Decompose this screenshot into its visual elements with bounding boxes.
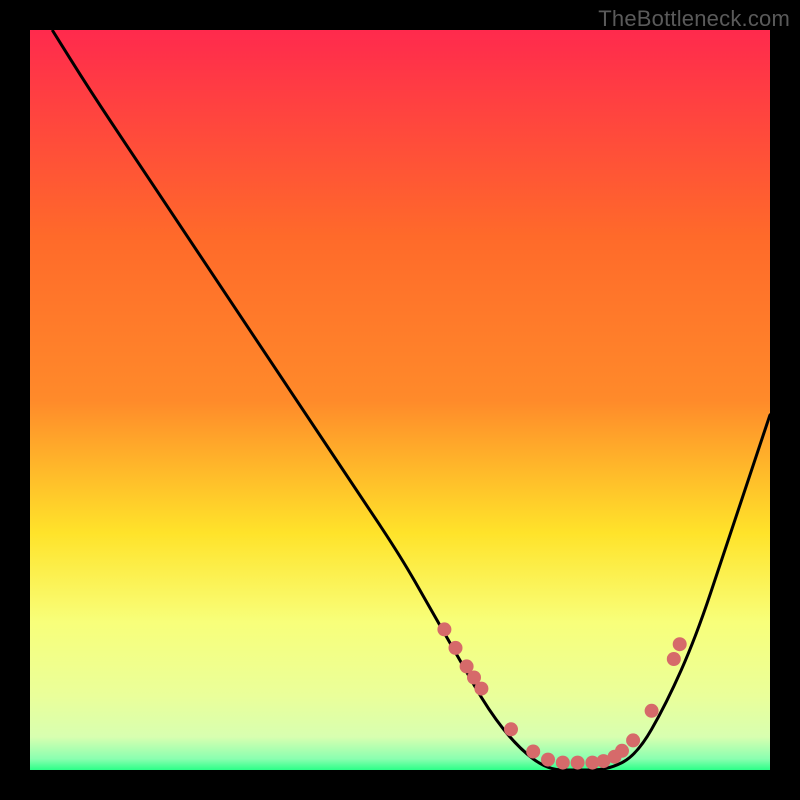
highlight-dot (504, 722, 518, 736)
highlight-dot (474, 682, 488, 696)
highlight-dot (626, 733, 640, 747)
highlight-dot (437, 622, 451, 636)
highlight-dot (541, 753, 555, 767)
chart-svg (30, 30, 770, 770)
attribution-text: TheBottleneck.com (598, 6, 790, 32)
highlight-dot (571, 756, 585, 770)
highlight-dot (615, 744, 629, 758)
highlight-dot (645, 704, 659, 718)
highlight-dot (667, 652, 681, 666)
highlight-dot (673, 637, 687, 651)
highlight-dot (449, 641, 463, 655)
gradient-rect (30, 30, 770, 770)
highlight-dot (556, 756, 570, 770)
highlight-dot (526, 745, 540, 759)
